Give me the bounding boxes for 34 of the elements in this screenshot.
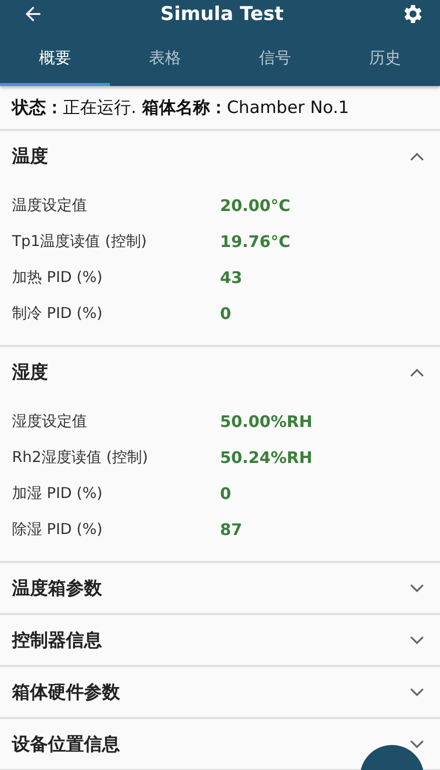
field-value: 19.76°C bbox=[220, 232, 290, 250]
field-label: 加湿 PID (%) bbox=[12, 484, 104, 502]
chevron-down-icon bbox=[410, 584, 424, 592]
field-label: 除湿 PID (%) bbox=[12, 520, 104, 538]
tab[interactable]: 信号 bbox=[220, 34, 330, 86]
chevron-up-icon bbox=[410, 368, 424, 376]
field-label: 湿度设定值 bbox=[12, 412, 88, 430]
field-value: 50.00%RH bbox=[220, 412, 312, 430]
tab[interactable]: 概要 bbox=[0, 34, 110, 86]
field-label: 加热 PID (%) bbox=[12, 268, 104, 286]
app-title: Simula Test bbox=[160, 3, 284, 25]
field-value: 87 bbox=[220, 520, 242, 538]
tab[interactable]: 历史 bbox=[330, 34, 440, 86]
field-value: 0 bbox=[220, 484, 232, 502]
tab[interactable]: 表格 bbox=[110, 34, 220, 86]
chevron-up-icon bbox=[410, 152, 424, 160]
section-header[interactable]: 控制器信息 bbox=[0, 615, 440, 665]
field-label: 温度设定值 bbox=[12, 196, 88, 214]
field-value: 0 bbox=[220, 304, 232, 322]
section-header[interactable]: 湿度 bbox=[0, 347, 440, 397]
field-label: 制冷 PID (%) bbox=[12, 304, 104, 322]
chevron-down-icon bbox=[410, 636, 424, 644]
field-label: Tp1温度读值 (控制) bbox=[12, 232, 148, 250]
section-header[interactable]: 温度箱参数 bbox=[0, 563, 440, 613]
chevron-down-icon bbox=[410, 740, 424, 748]
field-value: 43 bbox=[220, 268, 242, 286]
chevron-down-icon bbox=[410, 688, 424, 696]
field-value: 50.24%RH bbox=[220, 448, 312, 466]
field-label: Rh2湿度读值 (控制) bbox=[12, 448, 149, 466]
section-header[interactable]: 设备位置信息 bbox=[0, 719, 440, 769]
field-value: 20.00°C bbox=[220, 196, 290, 214]
section-header[interactable]: 温度 bbox=[0, 131, 440, 181]
section-header[interactable]: 箱体硬件参数 bbox=[0, 667, 440, 717]
status-line: 状态：正在运行. 箱体名称：Chamber No.1 bbox=[12, 98, 350, 118]
